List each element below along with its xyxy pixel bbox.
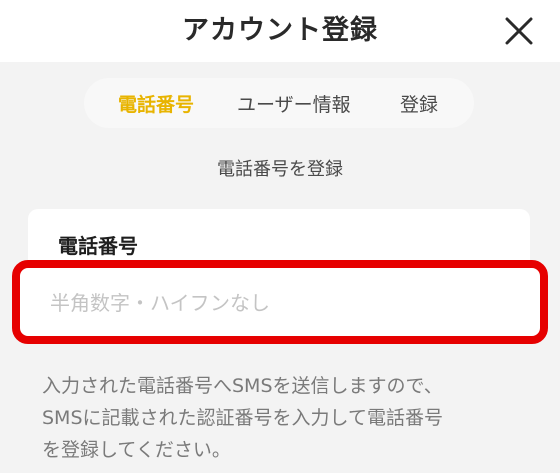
header-bar: アカウント登録	[0, 0, 560, 62]
help-line: SMSに記載された認証番号を入力して電話番号	[42, 407, 443, 429]
help-line: 入力された電話番号へSMSを送信しますので、	[42, 375, 443, 397]
help-text: 入力された電話番号へSMSを送信しますので、 SMSに記載された認証番号を入力し…	[42, 370, 522, 466]
phone-field-label: 電話番号	[58, 234, 138, 258]
step-user-info: ユーザー情報	[237, 94, 351, 116]
page-title: アカウント登録	[182, 15, 378, 46]
close-button[interactable]	[496, 6, 544, 54]
step-phone-number: 電話番号	[118, 94, 195, 116]
close-icon	[505, 17, 533, 45]
phone-number-input[interactable]	[50, 286, 520, 320]
input-highlight-frame	[12, 260, 548, 344]
step-register: 登録	[400, 94, 439, 116]
section-subtitle: 電話番号を登録	[217, 159, 343, 180]
step-indicator: 電話番号 ユーザー情報 登録	[84, 78, 474, 128]
help-line: を登録してください。	[42, 439, 231, 461]
